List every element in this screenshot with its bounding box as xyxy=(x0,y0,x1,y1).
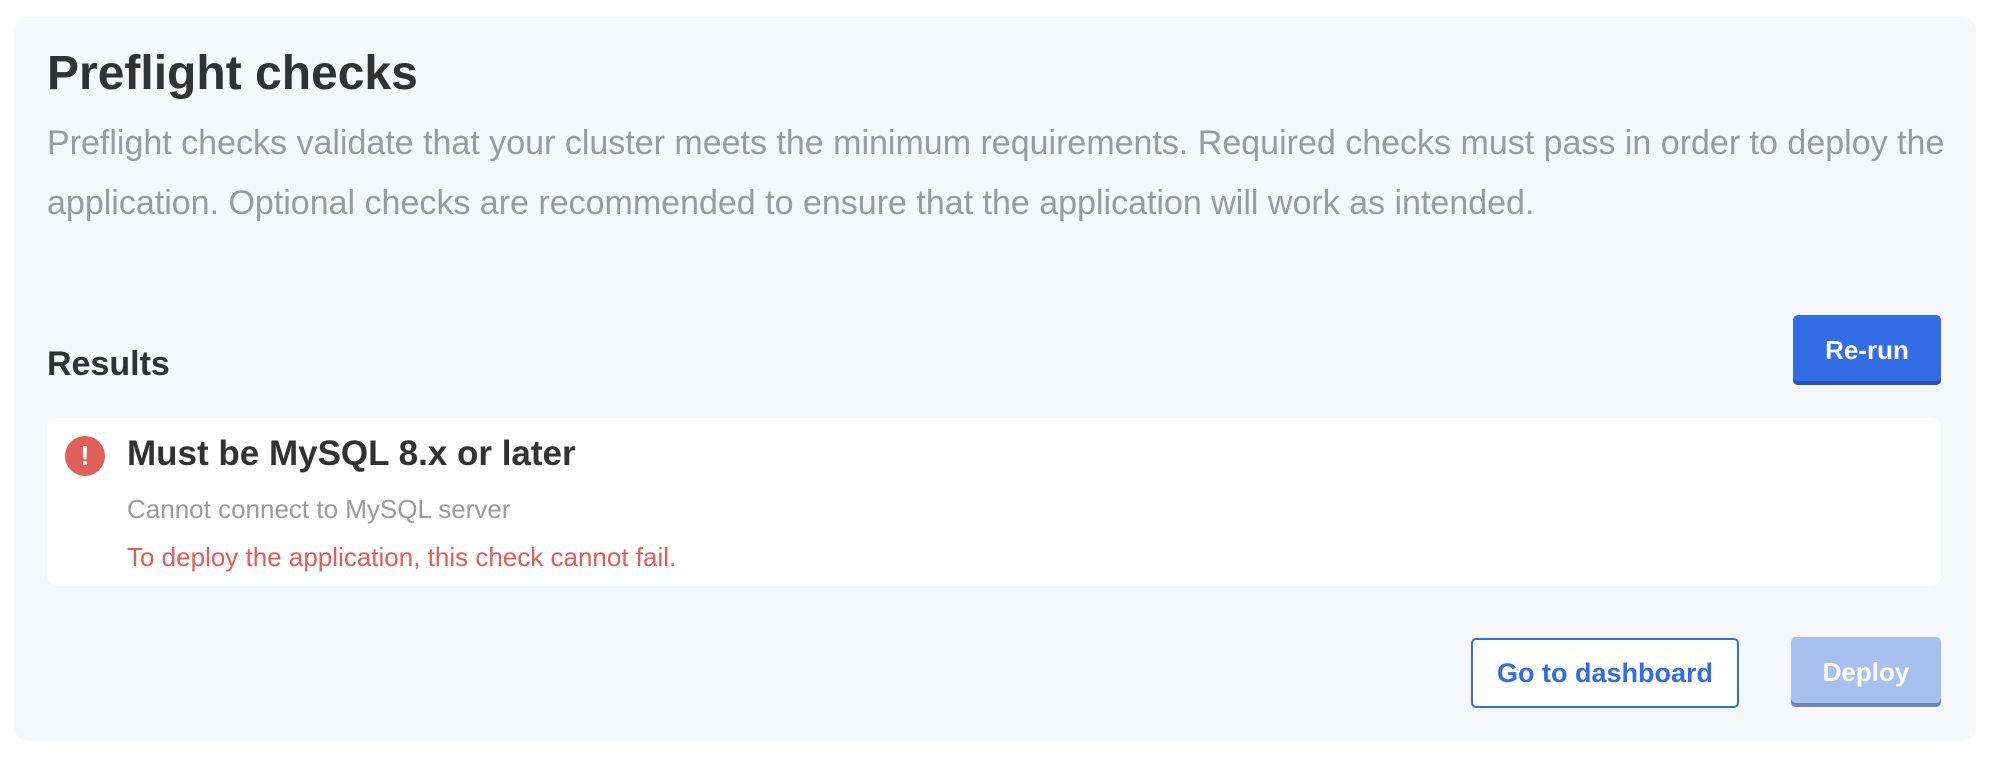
results-heading: Results xyxy=(47,345,170,383)
preflight-panel: Preflight checks Preflight checks valida… xyxy=(14,17,1976,741)
check-title: Must be MySQL 8.x or later xyxy=(127,434,576,473)
deploy-button[interactable]: Deploy xyxy=(1791,637,1941,707)
check-message: Cannot connect to MySQL server xyxy=(127,494,511,524)
check-warning: To deploy the application, this check ca… xyxy=(127,542,677,572)
exclamation-icon: ! xyxy=(65,436,105,476)
rerun-button[interactable]: Re-run xyxy=(1793,315,1941,385)
go-to-dashboard-button[interactable]: Go to dashboard xyxy=(1471,638,1739,708)
page-description: Preflight checks validate that your clus… xyxy=(47,124,1945,222)
page-title: Preflight checks xyxy=(47,47,418,100)
check-result-card: ! Must be MySQL 8.x or later Cannot conn… xyxy=(47,418,1941,586)
